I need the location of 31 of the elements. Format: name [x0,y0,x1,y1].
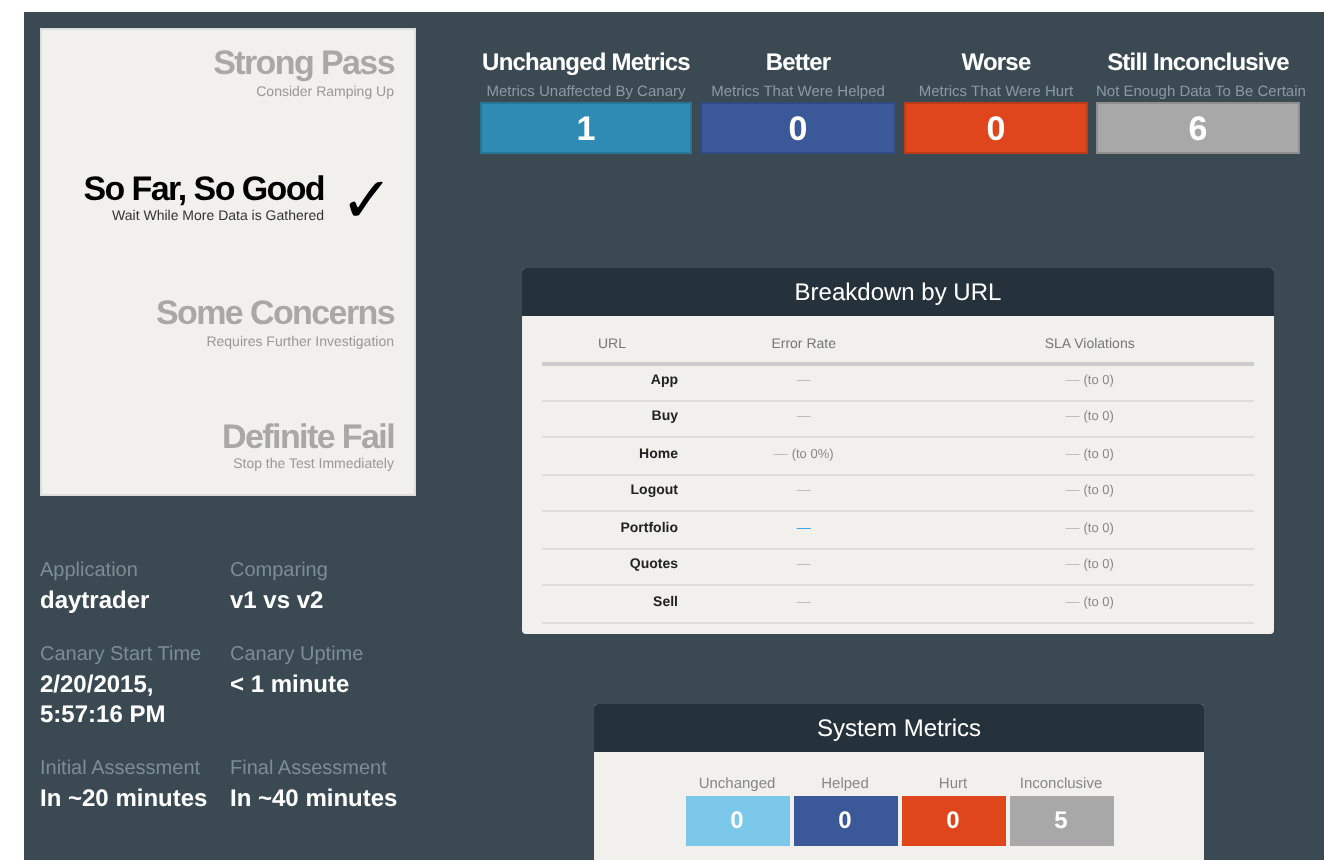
metric-count: 0 [901,795,1005,845]
assessment-title: Definite Fail [220,419,394,457]
panel-title: System Metrics [594,704,1204,753]
panel-title: Breakdown by URL [522,268,1274,317]
metric-count: 0 [685,795,789,845]
metric-count: 0 [904,102,1088,155]
info-label: Canary Uptime [230,642,366,670]
info-label: Application [40,558,140,586]
tile-title: Still Inconclusive [1105,46,1291,80]
info-label: Comparing [230,558,330,586]
info-value: daytrader [40,586,152,616]
tile-title: Better [763,46,833,80]
info-value: In ~40 minutes [230,784,400,814]
info-value: v1 vs v2 [230,586,326,616]
info-value: In ~20 minutes [40,784,210,814]
info-value: < 1 minute [230,670,352,700]
metric-count: 0 [700,102,896,155]
check-icon: ✓ [340,168,394,233]
metric-count: 5 [1009,795,1113,845]
assessment-title: Strong Pass [211,46,394,84]
metric-count: 1 [480,102,692,155]
assessment-title: So Far, So Good [81,171,324,209]
metric-count: 6 [1096,102,1300,155]
info-label: Final Assessment [230,756,389,784]
info-label: Initial Assessment [40,756,203,784]
metric-count: 0 [793,795,897,845]
assessment-title: Some Concerns [153,296,394,335]
info-value: 2/20/2015, 5:57:16 PM [40,670,168,730]
info-label: Canary Start Time [40,642,204,670]
tile-title: Worse [959,46,1033,80]
tile-title: Unchanged Metrics [480,46,692,80]
